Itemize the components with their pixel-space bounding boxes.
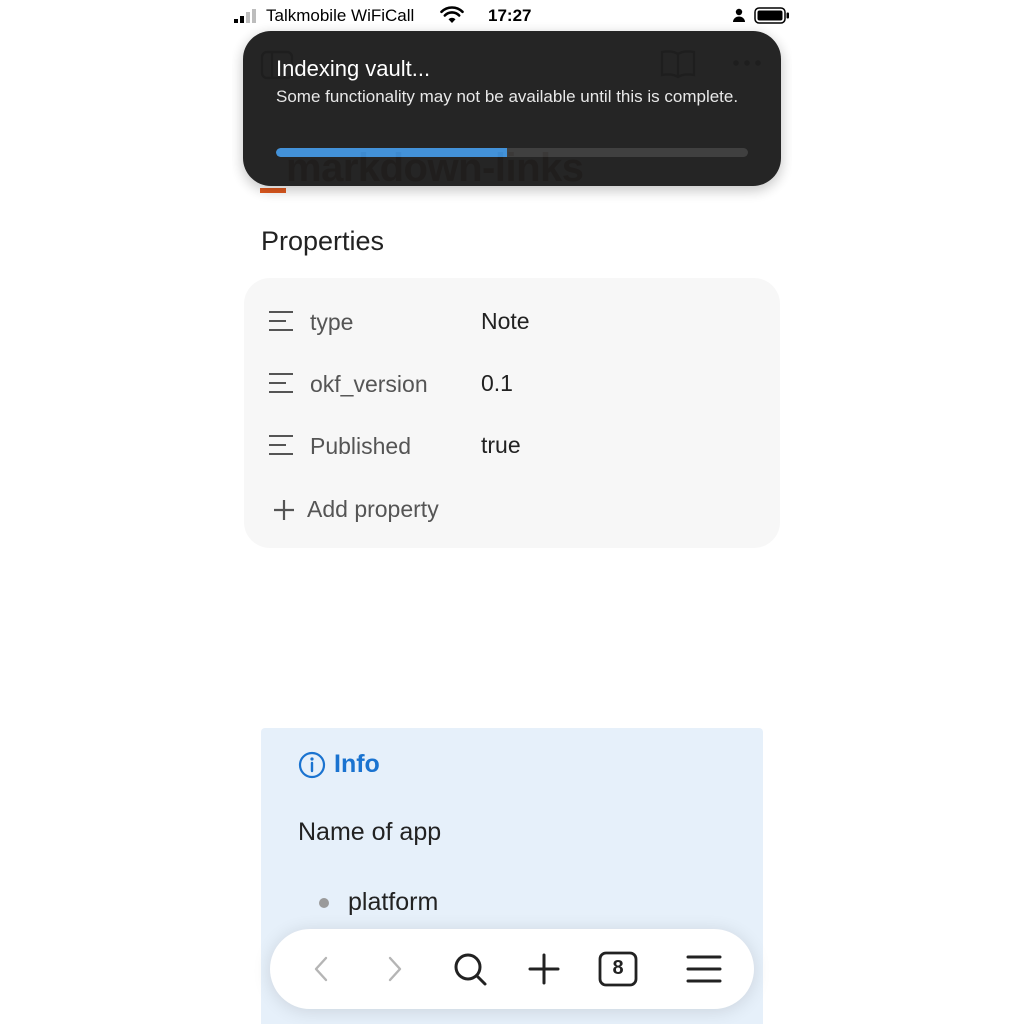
tab-count: 8 [612, 957, 624, 979]
search-icon[interactable] [450, 949, 490, 989]
callout-text: Name of app [298, 818, 442, 846]
property-key[interactable]: okf_version [310, 371, 428, 398]
clock: 17:27 [488, 6, 532, 25]
title-accent-bar [260, 188, 286, 193]
indexing-progress-bar [276, 148, 748, 157]
indexing-progress-fill [276, 148, 508, 157]
signal-strength-icon [234, 9, 256, 23]
property-row-published[interactable]: Published true [244, 420, 780, 470]
back-icon[interactable] [302, 949, 342, 989]
indexing-toast[interactable]: Indexing vault... Some functionality may… [243, 31, 781, 186]
properties-panel: type Note okf_version 0.1 Published true [244, 278, 780, 548]
properties-heading: Properties [261, 226, 385, 256]
status-bar: Talkmobile WiFiCall 17:27 [232, 0, 792, 32]
text-lines-icon [269, 435, 293, 455]
battery-icon [754, 7, 789, 24]
bullet-dot [319, 898, 329, 908]
property-value[interactable]: true [481, 432, 521, 459]
property-value[interactable]: Note [481, 308, 530, 335]
list-item: platform [348, 888, 439, 916]
info-icon [298, 751, 326, 779]
property-row-okf-version[interactable]: okf_version 0.1 [244, 358, 780, 408]
hamburger-menu-icon[interactable] [684, 949, 724, 989]
plus-icon[interactable] [524, 949, 564, 989]
plus-icon [274, 500, 294, 520]
property-row-type[interactable]: type Note [244, 296, 780, 346]
bottom-toolbar: 8 [270, 929, 754, 1009]
carrier-name: Talkmobile WiFiCall [266, 6, 415, 25]
text-lines-icon [269, 373, 293, 393]
property-value[interactable]: 0.1 [481, 370, 513, 397]
person-icon [733, 8, 745, 22]
forward-icon[interactable] [374, 949, 414, 989]
toast-message: Some functionality may not be available … [276, 87, 739, 106]
callout-title: Info [334, 750, 380, 778]
add-property-label: Add property [307, 496, 439, 522]
app-screen: Talkmobile WiFiCall 17:27 markdown-links [232, 0, 792, 1024]
property-key[interactable]: Published [310, 433, 411, 460]
wifi-icon [440, 6, 464, 23]
toast-title: Indexing vault... [276, 56, 431, 81]
text-lines-icon [269, 311, 293, 331]
property-key[interactable]: type [310, 309, 353, 336]
tabs-button[interactable]: 8 [598, 949, 638, 989]
